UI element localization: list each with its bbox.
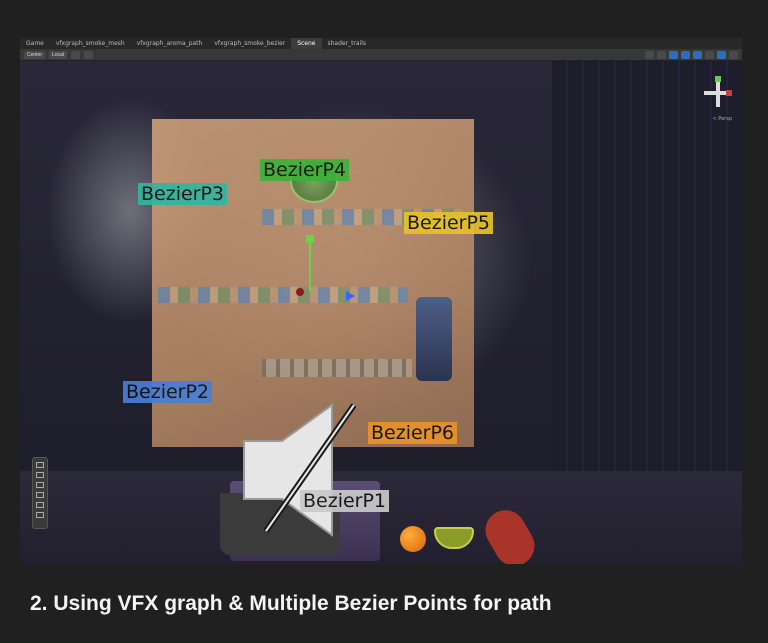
orange-object: [400, 526, 426, 552]
tab-scene[interactable]: Scene: [291, 38, 322, 49]
rect-tool-icon[interactable]: [36, 502, 44, 508]
pivot-center-dropdown[interactable]: Center: [24, 50, 46, 59]
view-tool-icon[interactable]: [36, 462, 44, 468]
scene-toolbar: Center Local: [20, 49, 742, 61]
bezier-point-2-label[interactable]: BezierP2: [123, 381, 213, 403]
draw-mode-icon[interactable]: [645, 51, 654, 59]
move-gizmo-z-arrow[interactable]: [346, 291, 355, 301]
scene-tool-palette: [32, 457, 48, 529]
slide-caption: 2. Using VFX graph & Multiple Bezier Poi…: [30, 592, 552, 615]
unity-editor-screenshot: Game vfxgraph_smoke_mesh vfxgraph_aroma_…: [20, 38, 742, 564]
bezier-point-1-label[interactable]: BezierP1: [300, 490, 390, 512]
tab-game[interactable]: Game: [20, 38, 50, 49]
perspective-label[interactable]: < Persp: [712, 116, 732, 122]
pivot-local-dropdown[interactable]: Local: [49, 50, 67, 59]
tab-vfxgraph-smoke-bezier[interactable]: vfxgraph_smoke_bezier: [208, 38, 291, 49]
tab-vfxgraph-aroma-path[interactable]: vfxgraph_aroma_path: [131, 38, 209, 49]
effects-toggle-icon[interactable]: [693, 51, 702, 59]
bezier-point-3-label[interactable]: BezierP3: [138, 183, 228, 205]
bezier-point-6-label[interactable]: BezierP6: [368, 422, 458, 444]
audio-toggle-icon[interactable]: [681, 51, 690, 59]
board-track-middle: [158, 287, 408, 303]
kitchen-machine-object: [416, 297, 452, 381]
grid-icon[interactable]: [70, 50, 80, 59]
transform-tool-icon[interactable]: [36, 512, 44, 518]
orientation-x-cone[interactable]: [726, 90, 732, 96]
2d-toggle-icon[interactable]: [657, 51, 666, 59]
scene-orientation-gizmo[interactable]: [700, 73, 736, 113]
snap-icon[interactable]: [83, 50, 93, 59]
camera-settings-icon[interactable]: [717, 51, 726, 59]
scene-view-options: [645, 51, 738, 59]
board-fence: [262, 359, 412, 377]
move-gizmo-y-axis[interactable]: [306, 235, 314, 291]
scale-tool-icon[interactable]: [36, 492, 44, 498]
bezier-point-4-label[interactable]: BezierP4: [260, 159, 350, 181]
orientation-y-cone[interactable]: [715, 76, 721, 82]
move-tool-icon[interactable]: [36, 472, 44, 478]
table-surface: [20, 471, 742, 564]
tab-vfxgraph-smoke-mesh[interactable]: vfxgraph_smoke_mesh: [50, 38, 131, 49]
hidden-objects-icon[interactable]: [705, 51, 714, 59]
muted-speaker-icon: [243, 403, 356, 537]
orientation-y-axis[interactable]: [716, 79, 720, 107]
bezier-point-5-label[interactable]: BezierP5: [404, 212, 494, 234]
tab-shader-trails[interactable]: shader_trails: [322, 38, 373, 49]
rotate-tool-icon[interactable]: [36, 482, 44, 488]
editor-tab-bar: Game vfxgraph_smoke_mesh vfxgraph_aroma_…: [20, 38, 742, 49]
gizmos-icon[interactable]: [729, 51, 738, 59]
lighting-toggle-icon[interactable]: [669, 51, 678, 59]
scene-viewport[interactable]: BezierP2 BezierP3 BezierP4 BezierP5 Bezi…: [20, 61, 742, 564]
move-gizmo-center[interactable]: [296, 288, 304, 296]
